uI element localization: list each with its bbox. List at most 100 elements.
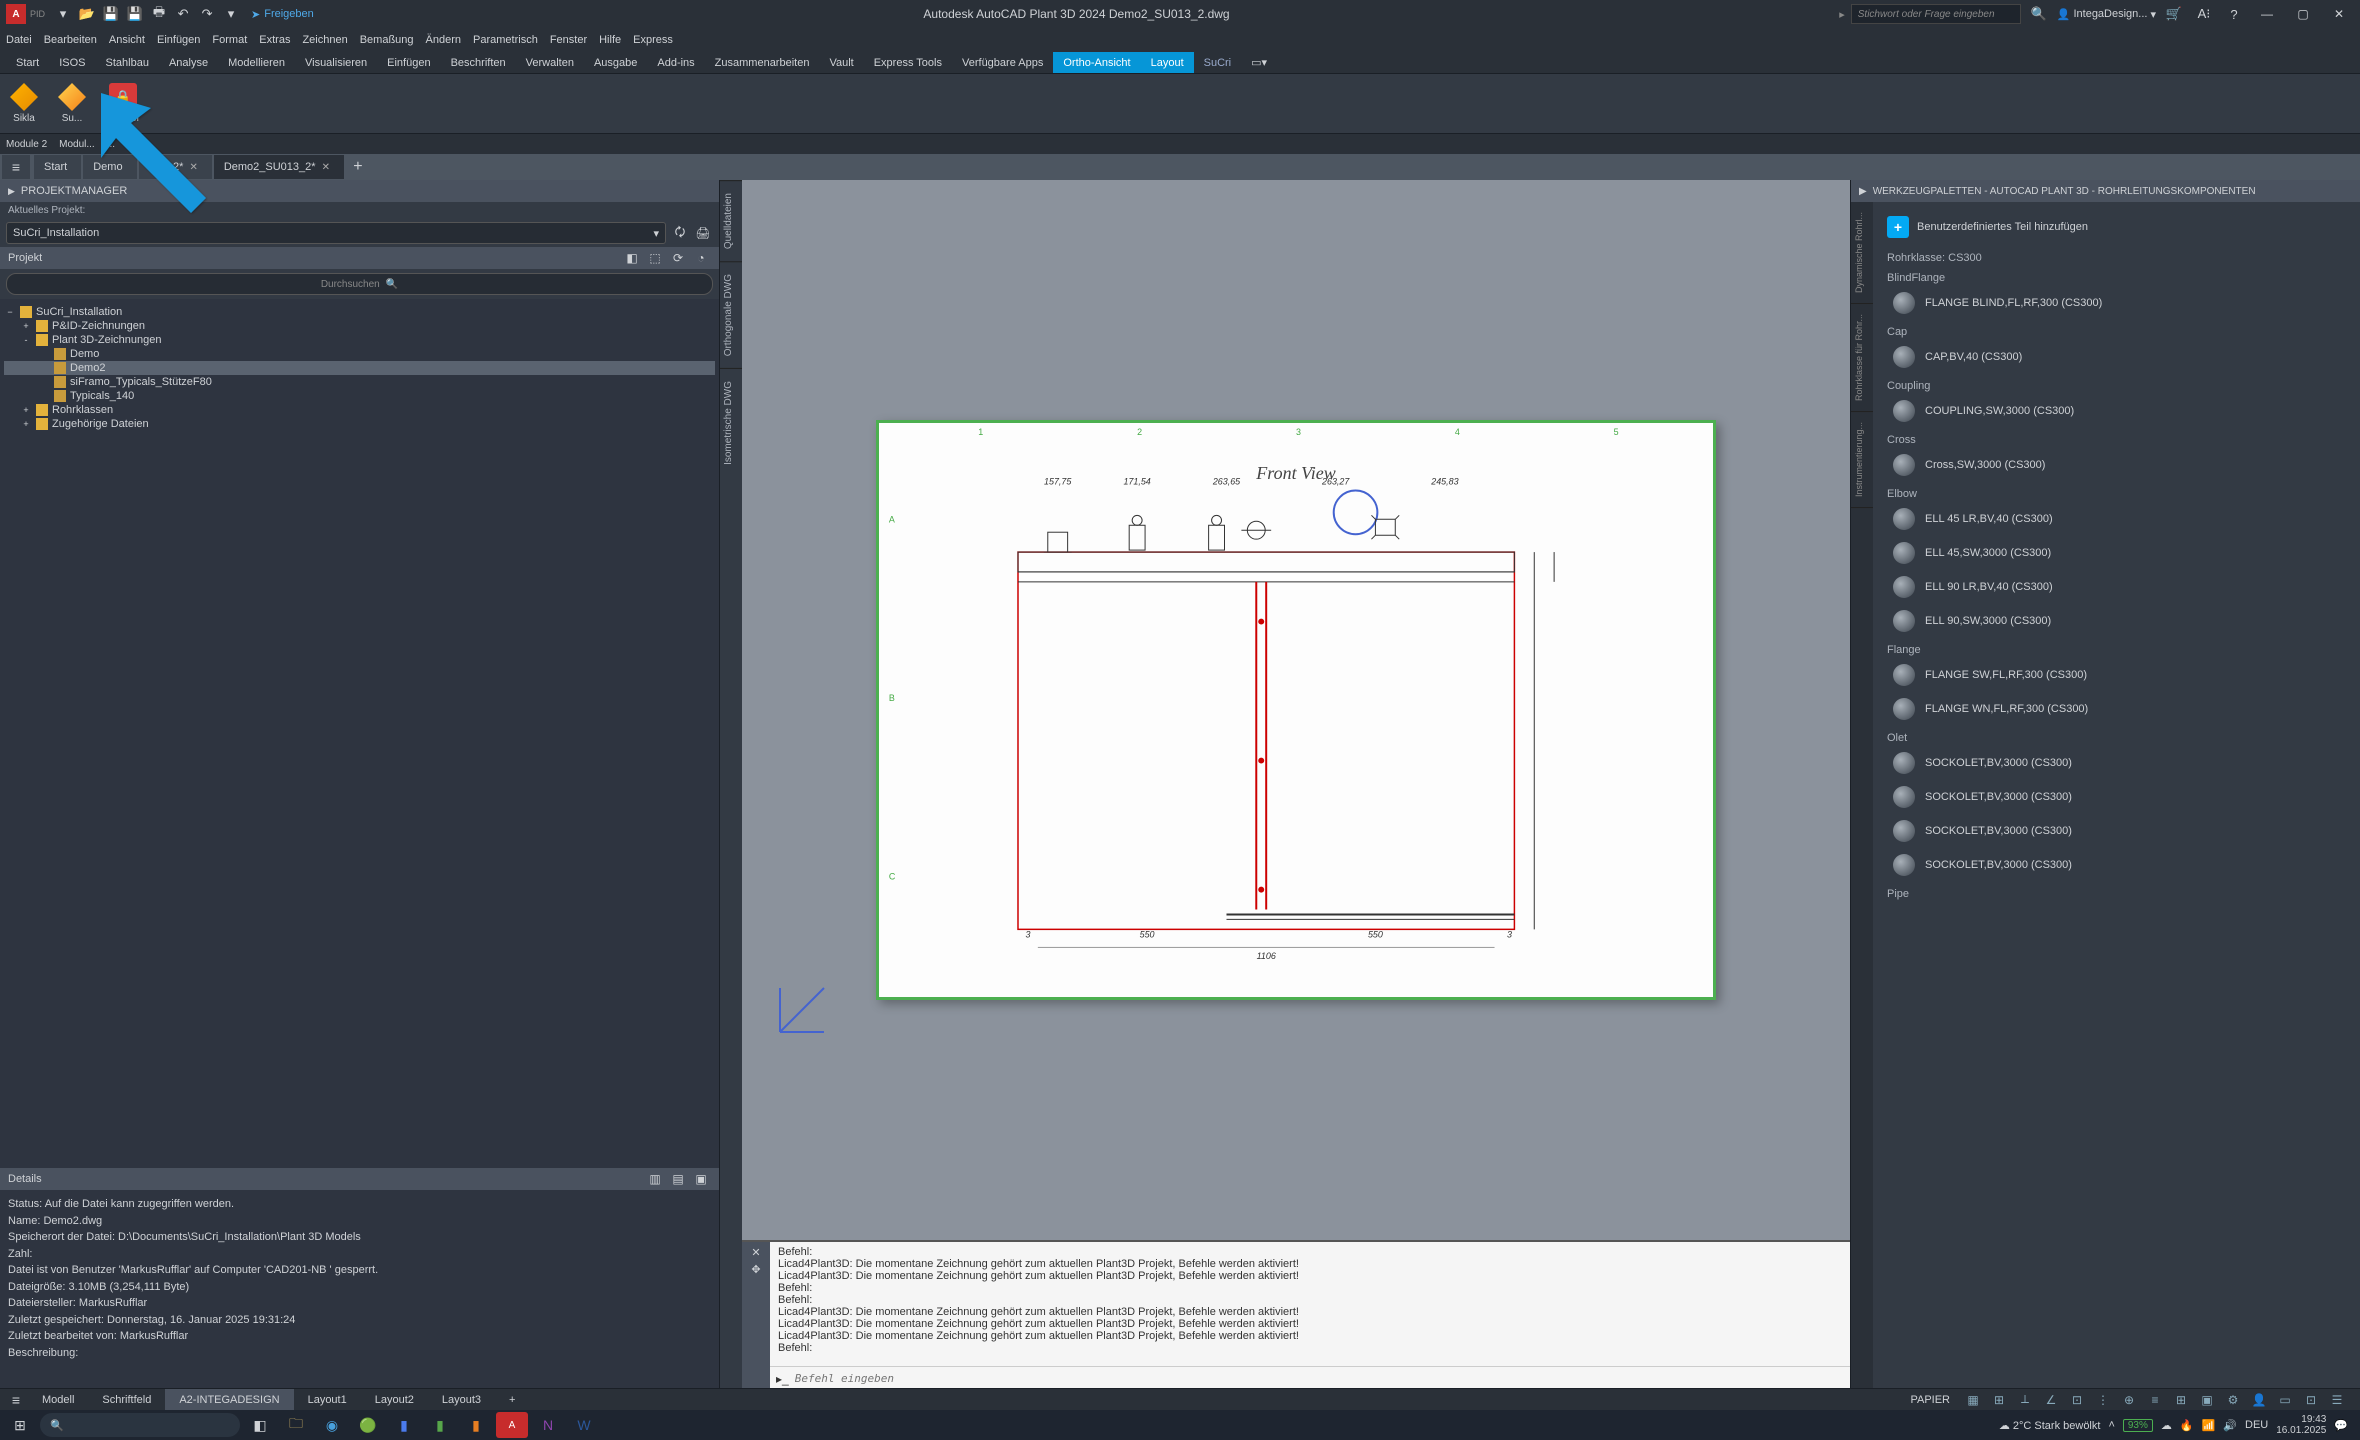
menu-parametrisch[interactable]: Parametrisch — [473, 34, 538, 46]
status-icon-1[interactable]: ▦ — [1962, 1390, 1984, 1410]
palette-component[interactable]: SOCKOLET,BV,3000 (CS300) — [1873, 746, 2360, 780]
print-icon[interactable]: 🖨 — [693, 223, 713, 243]
help-search-input[interactable]: Stichwort oder Frage eingeben — [1851, 4, 2021, 24]
menu-einfügen[interactable]: Einfügen — [157, 34, 200, 46]
icon-2[interactable]: ⬚ — [645, 248, 665, 268]
wifi-icon[interactable]: 📶 — [2202, 1419, 2216, 1432]
doc-tab[interactable]: Demo — [83, 155, 136, 179]
new-tab-button[interactable]: + — [346, 155, 370, 179]
qat-undo-icon[interactable]: ↶ — [172, 3, 194, 25]
qat-dropdown-icon[interactable]: ▾ — [220, 3, 242, 25]
expand-icon[interactable]: - — [20, 335, 32, 345]
weather-widget[interactable]: ☁ 2°C Stark bewölkt — [1999, 1419, 2101, 1432]
chrome-icon[interactable]: 🟢 — [352, 1412, 384, 1438]
app-icon-3[interactable]: ▮ — [460, 1412, 492, 1438]
palette-component[interactable]: COUPLING,SW,3000 (CS300) — [1873, 394, 2360, 428]
search-icon[interactable]: 🔍 — [2028, 3, 2050, 25]
expand-icon[interactable]: + — [20, 419, 32, 429]
palette-component[interactable]: FLANGE BLIND,FL,RF,300 (CS300) — [1873, 286, 2360, 320]
ribbon-tab-sucri[interactable]: SuCri — [1194, 52, 1242, 73]
menu-extras[interactable]: Extras — [259, 34, 290, 46]
status-icon-5[interactable]: ⊡ — [2066, 1390, 2088, 1410]
status-icon-14[interactable]: ⊡ — [2300, 1390, 2322, 1410]
app-icon-2[interactable]: ▮ — [424, 1412, 456, 1438]
ribbon-tab-ausgabe[interactable]: Ausgabe — [584, 52, 647, 73]
notification-icon[interactable]: 💬 — [2334, 1419, 2348, 1432]
drawing-side-tab[interactable]: Quelldateien — [720, 180, 742, 261]
layout-tab[interactable]: Modell — [28, 1389, 88, 1411]
icon-3[interactable]: ⟳ — [668, 248, 688, 268]
tree-node[interactable]: Typicals_140 — [4, 389, 715, 403]
layout-tab[interactable]: Layout3 — [428, 1389, 495, 1411]
menu-hilfe[interactable]: Hilfe — [599, 34, 621, 46]
volume-icon[interactable]: 🔊 — [2223, 1419, 2237, 1432]
tree-node[interactable]: Demo2 — [4, 361, 715, 375]
tree-node[interactable]: +P&ID-Zeichnungen — [4, 319, 715, 333]
ribbon-tab-add-ins[interactable]: Add-ins — [647, 52, 704, 73]
ribbon-tab-verwalten[interactable]: Verwalten — [516, 52, 584, 73]
explorer-icon[interactable]: 🗀 — [280, 1412, 312, 1438]
expand-icon[interactable]: − — [4, 307, 16, 317]
clock[interactable]: 19:4316.01.2025 — [2276, 1414, 2326, 1436]
app-icon-1[interactable]: ▮ — [388, 1412, 420, 1438]
ribbon-tab-einfügen[interactable]: Einfügen — [377, 52, 440, 73]
ribbon-tab-start[interactable]: Start — [6, 52, 49, 73]
ribbon-tab-ortho-ansicht[interactable]: Ortho-Ansicht — [1053, 52, 1140, 73]
user-menu[interactable]: 👤IntegaDesign...▾ — [2057, 8, 2156, 21]
ribbon-tab-stahlbau[interactable]: Stahlbau — [96, 52, 159, 73]
palette-component[interactable]: SOCKOLET,BV,3000 (CS300) — [1873, 780, 2360, 814]
onenote-icon[interactable]: N — [532, 1412, 564, 1438]
qat-redo-icon[interactable]: ↷ — [196, 3, 218, 25]
menu-format[interactable]: Format — [212, 34, 247, 46]
autocad-icon[interactable]: A — [496, 1412, 528, 1438]
palette-component[interactable]: SOCKOLET,BV,3000 (CS300) — [1873, 814, 2360, 848]
close-tab-icon[interactable]: ✕ — [322, 162, 330, 173]
menu-express[interactable]: Express — [633, 34, 673, 46]
module-tab[interactable]: Modul... — [59, 139, 95, 150]
maximize-button[interactable]: ▢ — [2288, 2, 2318, 26]
status-icon-7[interactable]: ⊕ — [2118, 1390, 2140, 1410]
tree-node[interactable]: Demo — [4, 347, 715, 361]
close-button[interactable]: ✕ — [2324, 2, 2354, 26]
ribbon-tab-beschriften[interactable]: Beschriften — [441, 52, 516, 73]
menu-ändern[interactable]: Ändern — [426, 34, 461, 46]
word-icon[interactable]: W — [568, 1412, 600, 1438]
battery-indicator[interactable]: 93% — [2123, 1419, 2153, 1432]
ribbon-tab-verfügbare-apps[interactable]: Verfügbare Apps — [952, 52, 1053, 73]
palette-component[interactable]: FLANGE SW,FL,RF,300 (CS300) — [1873, 658, 2360, 692]
tree-node[interactable]: −SuCri_Installation — [4, 305, 715, 319]
chevron-right-icon[interactable]: ▶ — [8, 186, 15, 197]
layout-tab[interactable]: Schriftfeld — [88, 1389, 165, 1411]
status-icon-2[interactable]: ⊞ — [1988, 1390, 2010, 1410]
menu-fenster[interactable]: Fenster — [550, 34, 587, 46]
layout-tab[interactable]: A2-INTEGADESIGN — [165, 1389, 293, 1411]
status-icon-13[interactable]: ▭ — [2274, 1390, 2296, 1410]
edge-icon[interactable]: ◉ — [316, 1412, 348, 1438]
palette-vtab[interactable]: Dynamische Rohrl... — [1851, 202, 1873, 304]
cmd-close-icon[interactable]: ✕ — [751, 1246, 760, 1259]
palette-component[interactable]: CAP,BV,40 (CS300) — [1873, 340, 2360, 374]
windows-start-icon[interactable]: ⊞ — [4, 1412, 36, 1438]
ribbon-expand-icon[interactable]: ▭▾ — [1241, 52, 1277, 73]
det-icon-2[interactable]: ▤ — [668, 1169, 688, 1189]
space-toggle[interactable]: PAPIER — [1910, 1394, 1950, 1406]
cart-icon[interactable]: 🛒 — [2163, 3, 2185, 25]
layout-menu-icon[interactable]: ≡ — [4, 1390, 28, 1410]
status-icon-10[interactable]: ▣ — [2196, 1390, 2218, 1410]
ribbon-tab-layout[interactable]: Layout — [1141, 52, 1194, 73]
tree-node[interactable]: +Zugehörige Dateien — [4, 417, 715, 431]
palette-component[interactable]: SOCKOLET,BV,3000 (CS300) — [1873, 848, 2360, 882]
menu-zeichnen[interactable]: Zeichnen — [302, 34, 347, 46]
expand-icon[interactable]: + — [20, 321, 32, 331]
expand-icon[interactable]: + — [20, 405, 32, 415]
ribbon-tab-modellieren[interactable]: Modellieren — [218, 52, 295, 73]
status-icon-9[interactable]: ⊞ — [2170, 1390, 2192, 1410]
module-tab[interactable]: Module 2 — [6, 139, 47, 150]
menu-datei[interactable]: Datei — [6, 34, 32, 46]
palette-add-custom[interactable]: +Benutzerdefiniertes Teil hinzufügen — [1873, 208, 2360, 246]
qat-print-icon[interactable]: 🖶 — [148, 3, 170, 25]
refresh-icon[interactable]: 🗘 — [670, 223, 690, 243]
doc-tab[interactable]: ...mo2*✕ — [139, 155, 212, 179]
palette-component[interactable]: ELL 90 LR,BV,40 (CS300) — [1873, 570, 2360, 604]
add-layout-button[interactable]: + — [495, 1389, 529, 1411]
